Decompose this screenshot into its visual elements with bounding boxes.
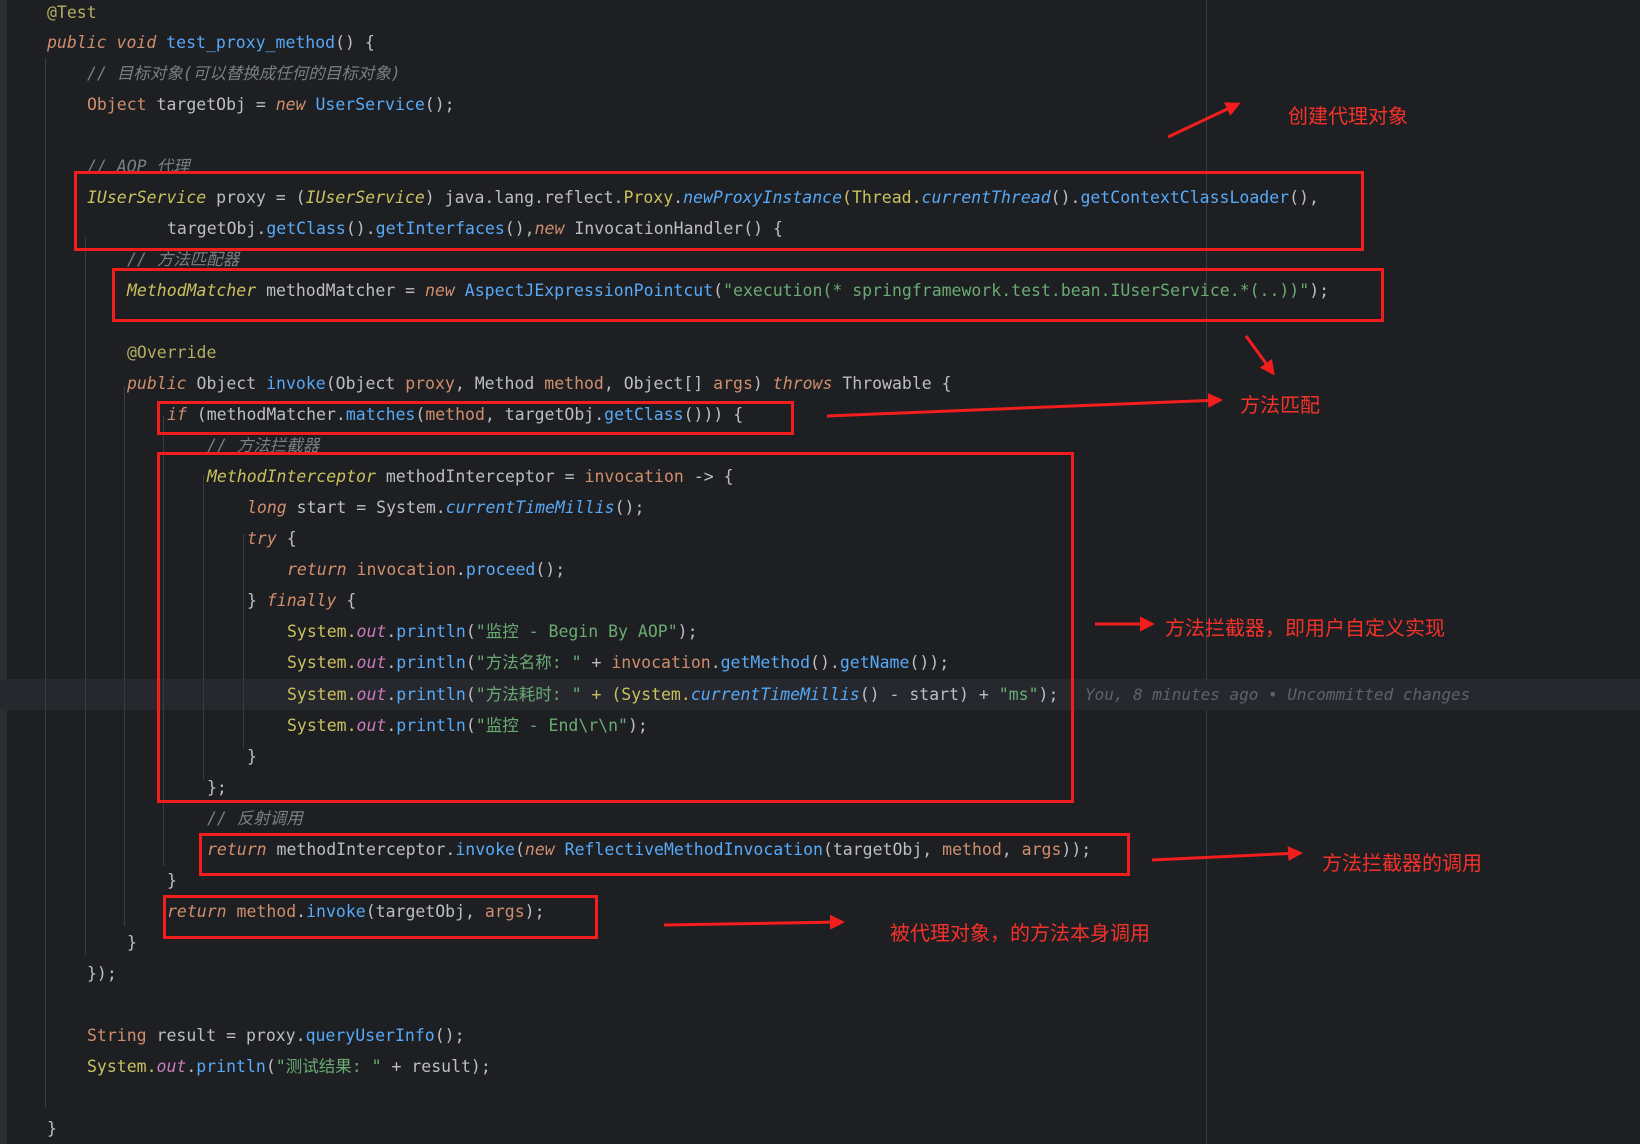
annotation-token: @Override (127, 343, 217, 362)
note-method-match: 方法匹配 (1240, 393, 1320, 417)
code-token: Object (186, 374, 267, 393)
string-token: "测试结果: " (275, 1057, 382, 1076)
inline-blame[interactable]: You, 8 minutes ago • Uncommitted changes (1085, 679, 1470, 710)
code-token: (Object (325, 374, 406, 393)
code-line[interactable]: }); (87, 958, 117, 989)
code-line[interactable]: // 反射调用 (207, 803, 303, 834)
comment-token: // 方法匹配器 (127, 250, 240, 269)
code-token: } (127, 933, 137, 952)
code-line[interactable]: } (127, 927, 137, 958)
code-line[interactable]: System.out.println("测试结果: " + result); (87, 1051, 491, 1082)
code-token: ( (265, 1057, 276, 1076)
highlight-box-if (157, 401, 794, 435)
code-line[interactable]: } (47, 1113, 57, 1144)
type-token: Object (87, 95, 147, 114)
code-token: (); (424, 95, 455, 114)
code-token: . (186, 1057, 197, 1076)
class-token: System. (87, 1057, 157, 1076)
comment-token: // 目标对象(可以替换成任何的目标对象) (87, 64, 401, 83)
code-token: ) (752, 374, 773, 393)
comment-token: // 反射调用 (207, 809, 303, 828)
param-token: method (544, 374, 604, 393)
highlight-box-proxy (74, 171, 1364, 251)
highlight-box-invoke-interceptor (199, 833, 1130, 876)
indent-guide (85, 237, 86, 955)
keyword-token: new (275, 95, 306, 114)
code-token: , Object[] (603, 374, 714, 393)
highlight-box-invoke-method (163, 895, 598, 939)
code-token: Throwable { (832, 374, 952, 393)
param-token: proxy (405, 374, 455, 393)
code-token: } (47, 1119, 57, 1138)
code-token: () { (335, 33, 375, 52)
code-token: (); (434, 1026, 465, 1045)
code-token: targetObj = (146, 95, 276, 114)
highlight-box-interceptor (157, 452, 1074, 803)
note-self-call: 被代理对象，的方法本身调用 (890, 921, 1150, 945)
code-line[interactable]: // 目标对象(可以替换成任何的目标对象) (87, 58, 401, 89)
note-create-proxy: 创建代理对象 (1288, 104, 1408, 128)
editor-gutter[interactable] (0, 0, 7, 1144)
param-token: args (713, 374, 753, 393)
code-line[interactable]: Object targetObj = new UserService(); (87, 89, 455, 120)
code-token: }); (87, 964, 117, 983)
code-line[interactable]: public Object invoke(Object proxy, Metho… (127, 368, 952, 399)
note-interceptor: 方法拦截器，即用户自定义实现 (1165, 616, 1445, 640)
code-line[interactable]: @Test (47, 0, 97, 28)
code-line[interactable]: public void test_proxy_method() { (47, 27, 375, 58)
keyword-token: void (116, 33, 157, 52)
code-line[interactable]: String result = proxy.queryUserInfo(); (87, 1020, 465, 1051)
method-name-token: invoke (266, 374, 326, 393)
method-call-token: queryUserInfo (305, 1026, 435, 1045)
indent-guide (45, 58, 46, 1108)
type-token: String (87, 1026, 147, 1045)
class-token: UserService (315, 95, 425, 114)
highlight-box-matcher (112, 268, 1384, 322)
code-line[interactable]: @Override (127, 337, 216, 368)
code-token: + result); (381, 1057, 491, 1076)
keyword-token: throws (772, 374, 833, 393)
keyword-token: public (47, 33, 107, 52)
keyword-token: public (127, 374, 187, 393)
method-call-token: println (196, 1057, 266, 1076)
indent-guide (124, 386, 125, 926)
annotation-token: @Test (47, 3, 97, 22)
code-token: result = proxy. (146, 1026, 306, 1045)
field-token: out (156, 1057, 187, 1076)
method-name-token: test_proxy_method (166, 33, 336, 52)
code-token: } (167, 871, 177, 890)
code-token: , Method (454, 374, 545, 393)
code-line[interactable]: } (167, 865, 177, 896)
note-interceptor-call: 方法拦截器的调用 (1322, 851, 1482, 875)
